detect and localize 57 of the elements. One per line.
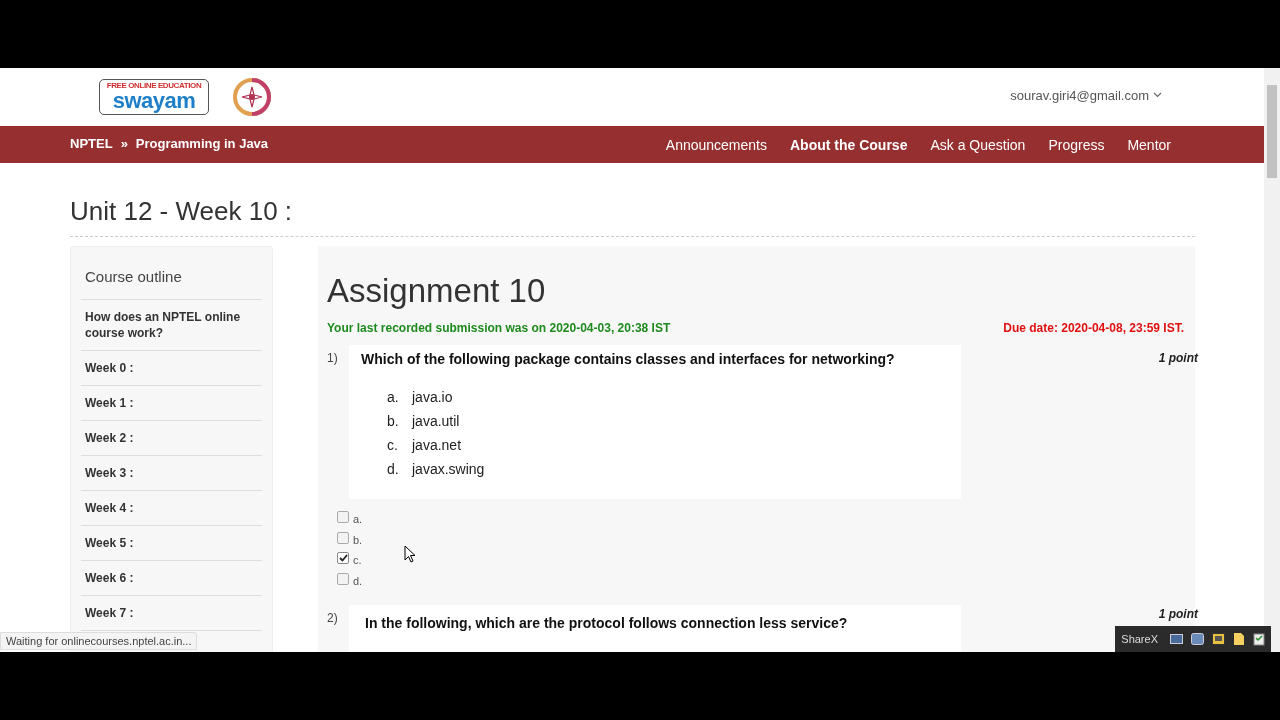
nav-link[interactable]: Ask a Question (930, 136, 1026, 153)
question-points: 1 point (1158, 350, 1198, 365)
sidebar-item[interactable]: Week 0 : (81, 351, 262, 386)
answer-checkbox[interactable] (337, 511, 349, 524)
breadcrumb-separator: » (120, 136, 128, 151)
answer-label: c. (353, 554, 362, 567)
sidebar-item[interactable]: Week 2 : (81, 421, 262, 456)
toolbar-label: ShareX (1121, 633, 1158, 645)
emblem-icon (233, 78, 271, 116)
option-text: javax.swing (412, 461, 485, 479)
answer-checkbox[interactable] (337, 552, 349, 565)
user-menu[interactable]: sourav.giri4@gmail.com (1010, 87, 1162, 103)
status-tooltip: Waiting for onlinecourses.nptel.ac.in... (0, 632, 198, 650)
file-icon[interactable] (1233, 632, 1245, 646)
question-number: 2) (327, 610, 339, 625)
due-date: Due date: 2020-04-08, 23:59 IST. (1003, 321, 1184, 335)
question-number: 1) (327, 350, 339, 365)
sidebar-title: Course outline (81, 259, 262, 300)
unit-title: Unit 12 - Week 10 : (70, 163, 1195, 237)
option-letter: a. (387, 389, 400, 407)
option-letter: c. (387, 437, 399, 455)
assignment-title: Assignment 10 (327, 272, 547, 310)
sidebar-item[interactable]: Week 3 : (81, 456, 262, 491)
screen-icon[interactable] (1170, 633, 1183, 645)
sidebar-item[interactable]: Week 7 : (81, 596, 262, 631)
clipboard-icon[interactable] (1253, 632, 1265, 646)
nav-link[interactable]: About the Course (790, 136, 908, 153)
sidebar-item[interactable]: Week 1 : (81, 386, 262, 421)
scrollbar[interactable] (1264, 68, 1280, 652)
option-letter: b. (387, 413, 400, 431)
sidebar-item[interactable]: How does an NPTEL online course work? (81, 300, 262, 351)
nav-link[interactable]: Mentor (1127, 136, 1171, 153)
caret-icon[interactable] (1153, 92, 1162, 98)
sidebar-item[interactable]: Week 6 : (81, 561, 262, 596)
answer-label: b. (353, 533, 363, 546)
cursor-icon (404, 545, 416, 563)
breadcrumb-link[interactable]: Programming in Java (135, 136, 269, 151)
capture-icon[interactable] (1191, 633, 1204, 645)
nav-link[interactable]: Progress (1048, 136, 1105, 153)
option-text: java.util (412, 413, 460, 431)
answer-label: a. (353, 513, 363, 526)
swayam-logo[interactable]: FREE ONLINE EDUCATION swayam (99, 79, 209, 115)
answer-checkbox[interactable] (337, 531, 349, 544)
question-text: Which of the following package contains classes and interfaces for networking? (361, 351, 896, 367)
breadcrumb-link[interactable]: NPTEL (70, 136, 113, 151)
answer-label: d. (353, 574, 363, 587)
sidebar-item[interactable]: Week 5 : (81, 526, 262, 561)
sidebar-item[interactable]: Week 4 : (81, 491, 262, 526)
window-icon[interactable] (1212, 633, 1225, 645)
option-letter: d. (387, 461, 400, 479)
question-points: 1 point (1158, 606, 1198, 621)
answer-checkbox[interactable] (337, 572, 349, 585)
option-text: java.io (412, 389, 453, 407)
nav-link[interactable]: Announcements (665, 136, 767, 153)
option-text: java.net (412, 437, 462, 455)
question-text: In the following, which are the protocol follows connection less service? (364, 614, 849, 631)
submission-note: Your last recorded submission was on 2020-04-03, 20:38 IST (327, 321, 671, 335)
